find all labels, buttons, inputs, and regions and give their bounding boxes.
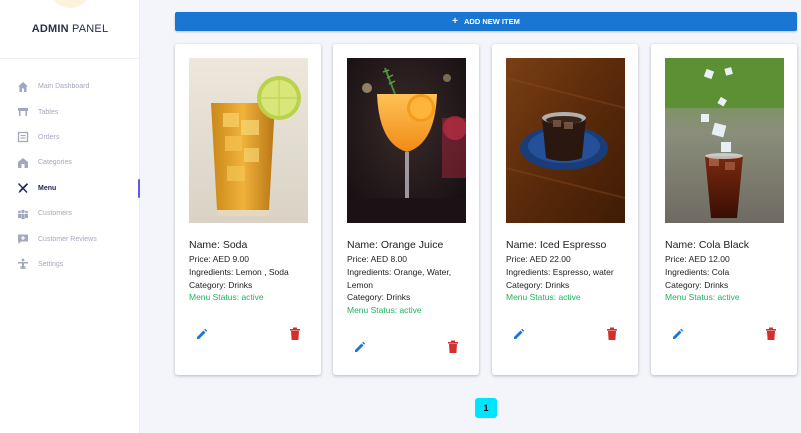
item-price: Price: AED 12.00 — [665, 254, 730, 264]
brand-title: ADMIN PANEL — [31, 23, 109, 35]
sidebar-item-customer-reviews[interactable]: Customer Reviews — [0, 226, 140, 251]
menu-item-card: Name: Iced Espresso Price: AED 22.00 Ing… — [492, 44, 638, 375]
item-status: Menu Status: active — [506, 292, 581, 303]
item-price: Price: AED 8.00 — [347, 254, 408, 264]
delete-icon[interactable] — [289, 327, 301, 341]
sidebar: ADMIN PANEL Main Dashboard Tables Orders… — [0, 0, 140, 433]
categories-icon — [17, 157, 29, 169]
sidebar-item-label: Settings — [38, 260, 64, 268]
divider — [0, 58, 140, 59]
reviews-icon — [17, 233, 29, 245]
sidebar-item-settings[interactable]: Settings — [0, 252, 140, 277]
edit-icon[interactable] — [353, 340, 367, 354]
orange-juice-image — [347, 58, 466, 223]
menu-item-card: Name: Cola Black Price: AED 12.00 Ingred… — [651, 44, 797, 375]
item-details: Price: AED 12.00 Ingredients: Cola Categ… — [665, 253, 785, 304]
sidebar-nav: Main Dashboard Tables Orders Categories … — [0, 74, 140, 277]
orders-icon — [17, 131, 29, 143]
item-category: Category: Drinks — [506, 279, 570, 290]
item-ingredients: Ingredients: Espresso, water — [506, 266, 614, 277]
add-new-item-label: ADD NEW ITEM — [464, 17, 520, 26]
delete-icon[interactable] — [765, 327, 777, 341]
item-name: Name: Soda — [189, 239, 248, 251]
iced-espresso-image — [506, 58, 625, 223]
item-name: Name: Orange Juice — [347, 239, 444, 251]
menu-item-card: Name: Orange Juice Price: AED 8.00 Ingre… — [333, 44, 479, 375]
cola-black-image — [665, 58, 784, 223]
sidebar-item-label: Orders — [38, 133, 60, 141]
plus-icon: + — [452, 15, 458, 27]
utensils-icon — [17, 182, 29, 194]
item-status: Menu Status: active — [665, 292, 740, 303]
sidebar-item-label: Tables — [38, 108, 59, 116]
item-status: Menu Status: active — [189, 292, 264, 303]
item-category: Category: Drinks — [347, 292, 411, 303]
edit-icon[interactable] — [195, 327, 209, 341]
delete-icon[interactable] — [447, 340, 459, 354]
settings-icon — [17, 258, 29, 270]
item-details: Price: AED 22.00 Ingredients: Espresso, … — [506, 253, 626, 304]
sidebar-item-customers[interactable]: Customers — [0, 201, 140, 226]
sidebar-item-main-dashboard[interactable]: Main Dashboard — [0, 74, 140, 99]
item-name: Name: Cola Black — [665, 239, 750, 251]
sidebar-item-label: Categories — [38, 159, 72, 167]
customers-icon — [17, 208, 29, 220]
sidebar-item-tables[interactable]: Tables — [0, 99, 140, 124]
item-name: Name: Iced Espresso — [506, 239, 607, 251]
item-ingredients: Ingredients: Lemon , Soda — [189, 266, 289, 277]
item-category: Category: Drinks — [189, 279, 253, 290]
pagination-page-button[interactable]: 1 — [475, 398, 497, 418]
item-ingredients: Ingredients: Cola — [665, 266, 730, 277]
item-category: Category: Drinks — [665, 279, 729, 290]
delete-icon[interactable] — [606, 327, 618, 341]
logo-icon — [52, 0, 88, 8]
menu-item-card: Name: Soda Price: AED 9.00 Ingredients: … — [175, 44, 321, 375]
sidebar-item-menu[interactable]: Menu — [0, 176, 140, 201]
edit-icon[interactable] — [671, 327, 685, 341]
item-details: Price: AED 9.00 Ingredients: Lemon , Sod… — [189, 253, 309, 304]
item-status: Menu Status: active — [347, 305, 422, 316]
sidebar-item-label: Menu — [38, 184, 57, 192]
item-ingredients: Ingredients: Orange, Water, Lemon — [347, 266, 452, 290]
sidebar-item-label: Main Dashboard — [38, 83, 90, 91]
sidebar-item-categories[interactable]: Categories — [0, 150, 140, 175]
add-new-item-button[interactable]: + ADD NEW ITEM — [175, 12, 797, 31]
table-icon — [17, 106, 29, 118]
item-details: Price: AED 8.00 Ingredients: Orange, Wat… — [347, 253, 467, 317]
item-price: Price: AED 22.00 — [506, 254, 571, 264]
sidebar-item-label: Customer Reviews — [38, 235, 97, 243]
sidebar-item-orders[interactable]: Orders — [0, 125, 140, 150]
home-icon — [17, 81, 29, 93]
soda-image — [189, 58, 308, 223]
sidebar-item-label: Customers — [38, 210, 72, 218]
item-price: Price: AED 9.00 — [189, 254, 250, 264]
edit-icon[interactable] — [512, 327, 526, 341]
